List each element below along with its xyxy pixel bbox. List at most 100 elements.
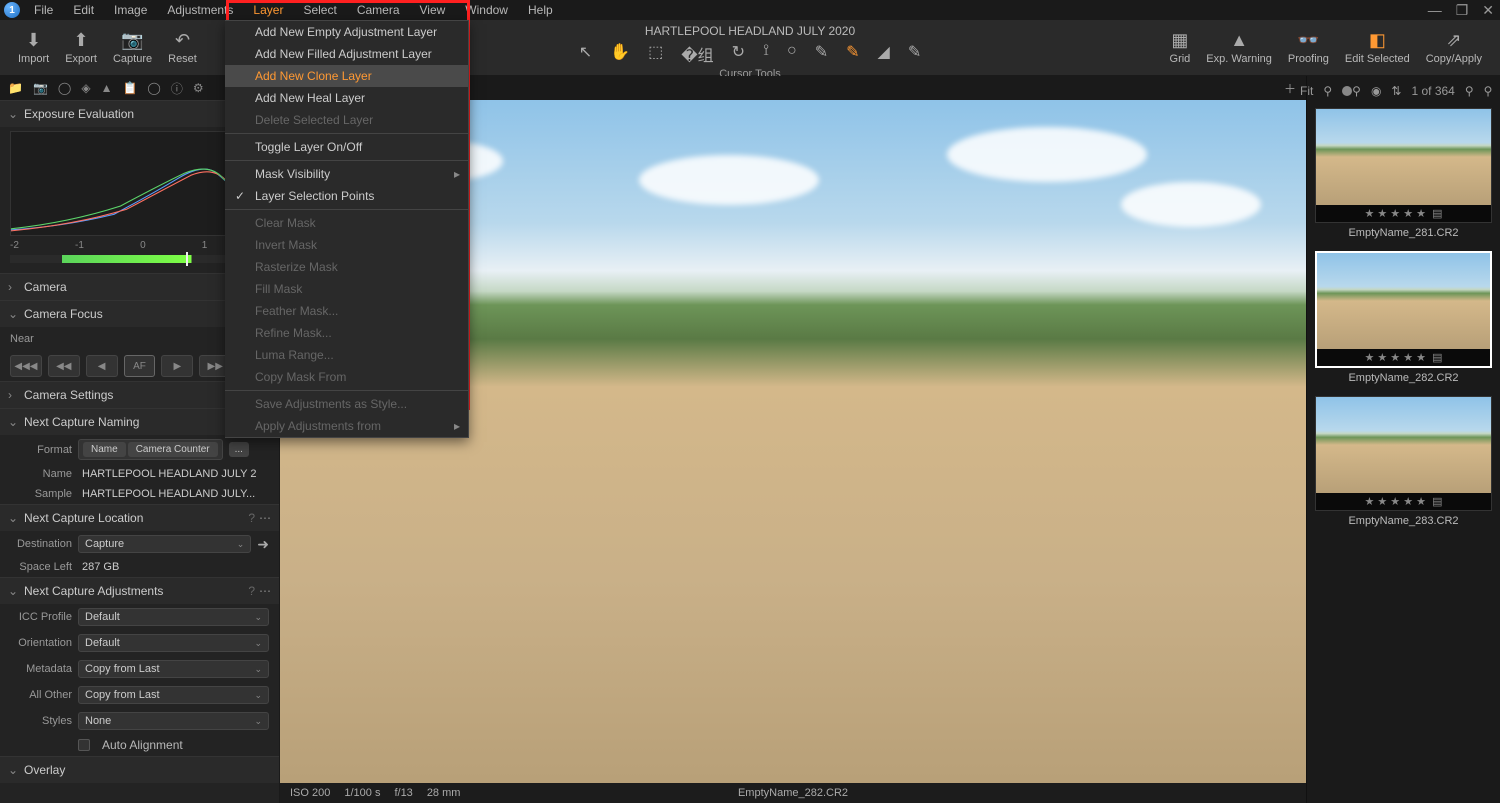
menu-file[interactable]: File [24,1,63,19]
dots-icon[interactable]: ⋯ [259,511,271,525]
menu-item-toggle-layer-on-off[interactable]: Toggle Layer On/Off [225,136,468,158]
chevron-right-icon: › [8,388,18,402]
dots-icon[interactable]: ⋯ [259,584,271,598]
menu-item-add-new-empty-adjustment-layer[interactable]: Add New Empty Adjustment Layer [225,21,468,43]
menu-select[interactable]: Select [293,1,346,19]
allother-select[interactable]: Copy from Last⌄ [78,686,269,704]
rating-stars[interactable]: ★ ★ ★ ★ ★ ▤ [1316,205,1491,222]
zoom-out-icon[interactable]: ⚲ [1323,84,1332,98]
adjustments-section-header[interactable]: ⌄ Next Capture Adjustments ? ⋯ [0,577,279,604]
menu-layer[interactable]: Layer [243,1,293,19]
panel-tab-0[interactable]: 📁 [8,81,23,95]
proofing-button[interactable]: 👓Proofing [1280,20,1337,75]
zoom-in-icon[interactable]: ⚲ [1352,84,1361,98]
menu-item-layer-selection-points[interactable]: ✓Layer Selection Points [225,185,468,207]
edit-selected-button[interactable]: ◧Edit Selected [1337,20,1418,75]
filter-icon[interactable]: ⚲ [1465,84,1474,98]
thumbnail[interactable]: ★ ★ ★ ★ ★ ▤ [1315,108,1492,223]
capture-button[interactable]: 📷Capture [105,20,160,75]
focus-button-4[interactable]: ▶ [161,355,193,377]
rating-stars[interactable]: ★ ★ ★ ★ ★ ▤ [1316,493,1491,510]
axis-tick: 1 [202,240,208,251]
status-bar: ISO 200 1/100 s f/13 28 mm EmptyName_282… [280,783,1306,803]
format-label: Format [10,444,72,456]
thumbnail[interactable]: ★ ★ ★ ★ ★ ▤ [1315,396,1492,511]
eye-icon[interactable]: ◉ [1371,84,1381,98]
copy/apply-button[interactable]: ⇗Copy/Apply [1418,20,1490,75]
panel-tab-3[interactable]: ◈ [81,81,90,95]
metadata-select[interactable]: Copy from Last⌄ [78,660,269,678]
panel-tab-7[interactable]: ⓘ [171,80,183,97]
cursor-tool-7[interactable]: ✎ [815,42,828,66]
menu-item-mask-visibility[interactable]: Mask Visibility▸ [225,163,468,185]
reset-button[interactable]: ↶Reset [160,20,205,75]
cursor-tool-1[interactable]: ✋ [610,42,630,66]
menu-view[interactable]: View [410,1,456,19]
focus-button-0[interactable]: ◀◀◀ [10,355,42,377]
cursor-tool-2[interactable]: ⬚ [648,42,663,66]
exp--warning-button[interactable]: ▲Exp. Warning [1198,20,1280,75]
go-to-folder-icon[interactable]: ➜ [257,536,269,553]
overlay-section-header[interactable]: ⌄ Overlay [0,756,279,783]
auto-align-checkbox[interactable] [78,739,90,751]
format-more-button[interactable]: ... [229,442,249,457]
app-logo: 1 [4,2,20,18]
cursor-tool-4[interactable]: ↻ [732,42,745,66]
focus-button-2[interactable]: ◀ [86,355,118,377]
cursor-tool-5[interactable]: ⟟ [763,42,769,66]
grid-button[interactable]: ▦Grid [1162,20,1199,75]
chevron-down-icon: ⌄ [8,511,18,525]
format-tokens[interactable]: Name Camera Counter [78,439,223,460]
sort-icon[interactable]: ⇅ [1391,84,1401,98]
menu-item-add-new-heal-layer[interactable]: Add New Heal Layer [225,87,468,109]
rating-stars[interactable]: ★ ★ ★ ★ ★ ▤ [1317,349,1490,366]
panel-tab-8[interactable]: ⚙ [193,81,204,95]
panel-tab-1[interactable]: 📷 [33,81,48,95]
menu-adjustments[interactable]: Adjustments [157,1,243,19]
icc-label: ICC Profile [10,611,72,623]
cursor-tool-0[interactable]: ↖ [579,42,592,66]
menu-image[interactable]: Image [104,1,157,19]
minimize-button[interactable]: — [1428,2,1442,19]
menu-edit[interactable]: Edit [63,1,104,19]
location-section-header[interactable]: ⌄ Next Capture Location ? ⋯ [0,504,279,531]
icc-select[interactable]: Default⌄ [78,608,269,626]
chevron-down-icon: ⌄ [8,307,18,321]
name-value[interactable]: HARTLEPOOL HEADLAND JULY 2 [78,468,269,480]
token-name[interactable]: Name [83,442,126,457]
import-button[interactable]: ⬇Import [10,20,57,75]
menu-item-add-new-clone-layer[interactable]: Add New Clone Layer [225,65,468,87]
help-icon[interactable]: ? [248,511,255,525]
styles-select[interactable]: None⌄ [78,712,269,730]
panel-tab-4[interactable]: ▲ [101,81,113,95]
menu-camera[interactable]: Camera [347,1,410,19]
fit-label[interactable]: Fit [1300,84,1313,98]
cursor-tool-6[interactable]: ○ [787,42,797,66]
export-button[interactable]: ⬆Export [57,20,105,75]
cursor-tool-9[interactable]: ◢ [878,42,890,66]
section-title: Next Capture Adjustments [24,584,248,598]
maximize-button[interactable]: ❐ [1456,2,1469,19]
menu-item-feather-mask-: Feather Mask... [225,300,468,322]
menu-help[interactable]: Help [518,1,563,19]
help-icon[interactable]: ? [248,584,255,598]
token-counter[interactable]: Camera Counter [128,442,218,457]
panel-tab-6[interactable]: ◯ [147,81,160,95]
destination-select[interactable]: Capture⌄ [78,535,251,553]
panel-tab-2[interactable]: ◯ [58,81,71,95]
cursor-tool-8[interactable]: ✎ [846,42,859,66]
menu-item-apply-adjustments-from: Apply Adjustments from▸ [225,415,468,437]
menu-item-fill-mask: Fill Mask [225,278,468,300]
panel-tab-5[interactable]: 📋 [122,81,137,95]
cursor-tool-10[interactable]: ✎ [908,42,921,66]
menu-item-add-new-filled-adjustment-layer[interactable]: Add New Filled Adjustment Layer [225,43,468,65]
search-icon[interactable]: ⚲ [1484,84,1493,98]
cursor-tool-3[interactable]: �组 [681,42,713,66]
close-button[interactable]: ✕ [1482,2,1494,19]
menu-window[interactable]: Window [455,1,518,19]
orientation-select[interactable]: Default⌄ [78,634,269,652]
focus-button-3[interactable]: AF [124,355,156,377]
status-aperture: f/13 [394,787,412,799]
focus-button-1[interactable]: ◀◀ [48,355,80,377]
thumbnail[interactable]: ★ ★ ★ ★ ★ ▤ [1315,251,1492,368]
